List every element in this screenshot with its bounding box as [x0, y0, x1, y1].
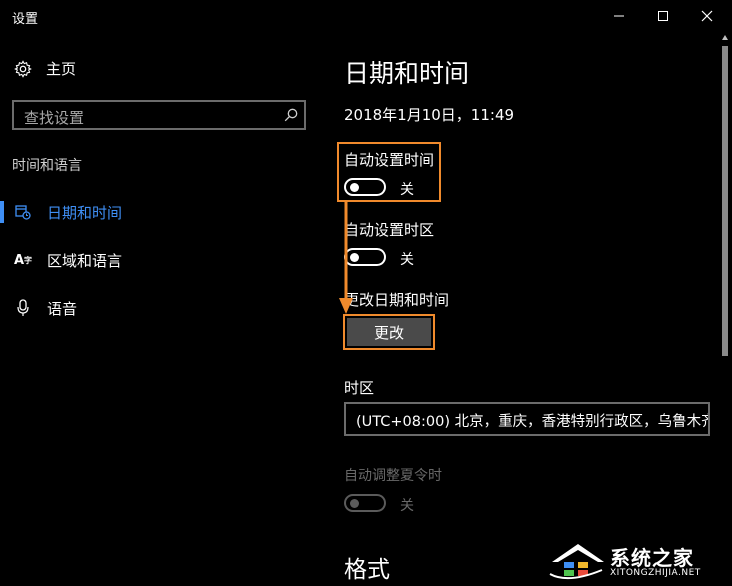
change-datetime-label: 更改日期和时间	[344, 291, 450, 309]
sidebar-item-region-language[interactable]: A字 区域和语言	[0, 240, 330, 280]
dst-label: 自动调整夏令时	[344, 468, 442, 484]
sidebar-item-label: 语音	[47, 299, 78, 318]
house-logo-icon	[549, 544, 604, 580]
section-label: 时间和语言	[12, 158, 82, 174]
sidebar-item-label: 日期和时间	[47, 203, 123, 222]
auto-time-label: 自动设置时间	[344, 151, 435, 169]
minimize-icon	[614, 15, 624, 17]
sidebar-item-speech[interactable]: 语音	[0, 288, 330, 328]
scrollbar[interactable]	[721, 34, 729, 586]
arrow-annotation-icon	[339, 200, 353, 314]
sidebar-item-label: 区域和语言	[47, 251, 123, 270]
timezone-label: 时区	[344, 379, 375, 397]
search-input[interactable]: 查找设置	[12, 100, 306, 130]
home-nav-item[interactable]: 主页	[14, 58, 76, 79]
auto-timezone-label: 自动设置时区	[344, 221, 435, 239]
search-icon[interactable]	[284, 108, 298, 122]
maximize-icon	[658, 11, 668, 21]
watermark: 系统之家 XITONGZHIJIA.NET	[548, 540, 728, 584]
current-datetime: 2018年1月10日，11:49	[344, 106, 515, 124]
scroll-up-icon[interactable]	[721, 34, 729, 42]
sidebar-item-date-time[interactable]: 日期和时间	[0, 192, 330, 232]
close-button[interactable]	[694, 4, 720, 28]
dst-toggle[interactable]	[344, 494, 386, 512]
auto-timezone-state: 关	[400, 252, 414, 268]
change-button[interactable]: 更改	[347, 318, 431, 346]
gear-icon	[14, 59, 32, 78]
auto-time-toggle[interactable]	[344, 178, 386, 196]
minimize-button[interactable]	[606, 4, 632, 28]
toggle-knob	[350, 499, 359, 508]
timezone-select[interactable]: (UTC+08:00) 北京，重庆，香港特别行政区，乌鲁木齐	[344, 402, 710, 436]
toggle-knob	[350, 183, 359, 192]
language-icon: A字	[13, 252, 33, 268]
microphone-icon	[17, 299, 29, 316]
watermark-subtitle: XITONGZHIJIA.NET	[610, 568, 701, 578]
search-placeholder: 查找设置	[24, 109, 85, 127]
home-label: 主页	[46, 60, 77, 78]
active-indicator	[0, 201, 4, 223]
timezone-value: (UTC+08:00) 北京，重庆，香港特别行政区，乌鲁木齐	[356, 414, 710, 430]
calendar-clock-icon	[15, 205, 31, 220]
page-title: 日期和时间	[344, 59, 470, 88]
auto-time-state: 关	[400, 182, 414, 198]
watermark-title: 系统之家	[610, 546, 694, 570]
window-title: 设置	[12, 12, 39, 27]
scroll-thumb[interactable]	[722, 46, 728, 356]
dst-state: 关	[400, 498, 414, 514]
format-heading: 格式	[344, 557, 390, 583]
close-icon	[701, 10, 713, 22]
maximize-button[interactable]	[650, 4, 676, 28]
